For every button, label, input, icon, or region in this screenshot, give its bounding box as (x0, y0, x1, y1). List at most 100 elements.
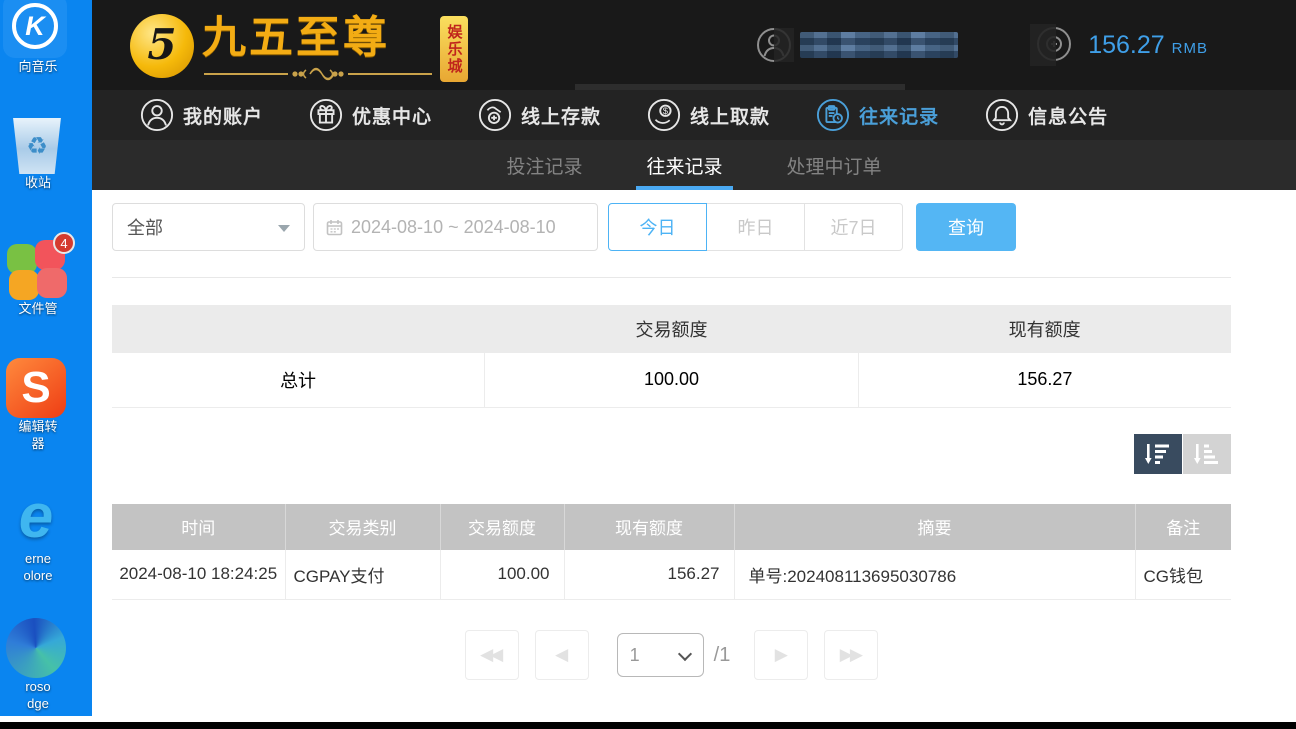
last-page-button[interactable]: ▶▶ (824, 630, 878, 680)
record-time: 2024-08-10 18:24:25 (112, 550, 285, 600)
main-navigation: 我的账户 优惠中心 线上存款 $ 线上取款 往来记录 信息公告 (92, 90, 1296, 140)
nav-item-label: 信息公告 (1028, 102, 1108, 129)
tab-processing-orders[interactable]: 处理中订单 (777, 140, 892, 190)
quick-date-group: 今日 昨日 近7日 (608, 203, 903, 251)
col-note: 备注 (1135, 504, 1231, 550)
caret-down-icon (278, 225, 290, 232)
yesterday-button[interactable]: 昨日 (706, 203, 805, 251)
record-balance: 156.27 (564, 550, 734, 600)
nav-item-label: 我的账户 (183, 102, 263, 129)
records-header-row: 时间 交易类别 交易额度 现有额度 摘要 备注 (112, 504, 1231, 550)
tab-betting-records[interactable]: 投注记录 (496, 140, 592, 190)
col-amount: 交易额度 (440, 504, 564, 550)
logo-flourish-icon (202, 66, 434, 82)
pagination: ◀◀ ◀ 1 /1 ▶ ▶▶ (112, 630, 1231, 680)
summary-header-row: 交易额度 现有额度 (112, 305, 1231, 353)
bell-icon (985, 98, 1019, 132)
summary-col-balance: 现有额度 (858, 305, 1231, 353)
desktop-icon-converter[interactable]: S 编辑转 器 (0, 358, 92, 452)
nav-item-withdraw[interactable]: $ 线上取款 (647, 98, 770, 132)
site-logo[interactable]: 5 九五至尊 娱乐城 (130, 12, 468, 82)
desktop-icon-label: 向音乐 (18, 58, 57, 75)
censored-username[interactable] (800, 32, 958, 58)
desktop-icon-label: 编辑转 (18, 418, 57, 435)
first-page-button[interactable]: ◀◀ (465, 630, 519, 680)
sort-descending-icon (1145, 442, 1171, 466)
casino-site-page: 5 九五至尊 娱乐城 (92, 0, 1296, 722)
withdraw-icon: $ (647, 98, 681, 132)
next-page-button[interactable]: ▶ (754, 630, 808, 680)
select-value: 全部 (127, 214, 163, 240)
file-manager-icon: 4 (7, 240, 67, 300)
logo-circle-icon: 5 (130, 14, 194, 78)
sort-ascending-icon (1194, 442, 1220, 466)
converter-app-icon: S (6, 358, 66, 418)
desktop-background: K 向音乐 ♻ 收站 4 文件管 S 编辑转 器 e erne olore ro… (0, 0, 92, 716)
nav-item-label: 往来记录 (859, 102, 939, 129)
wallet-icon-wrap[interactable] (1036, 26, 1074, 64)
last7days-button[interactable]: 近7日 (804, 203, 903, 251)
user-icon (140, 98, 174, 132)
recycle-bin-icon: ♻ (11, 118, 63, 174)
nav-item-my-account[interactable]: 我的账户 (140, 98, 263, 132)
col-balance: 现有额度 (564, 504, 734, 550)
nav-item-records[interactable]: 往来记录 (816, 98, 939, 132)
sort-controls (112, 434, 1231, 474)
col-summary: 摘要 (734, 504, 1135, 550)
page-select-wrap: 1 (617, 633, 704, 677)
summary-col-amount: 交易额度 (485, 305, 859, 353)
summary-total-label: 总计 (112, 353, 485, 407)
music-app-icon: K (3, 0, 67, 58)
gift-icon (309, 98, 343, 132)
desktop-icon-file-manager[interactable]: 4 文件管 (0, 240, 92, 317)
total-pages-label: /1 (714, 644, 731, 667)
site-header: 5 九五至尊 娱乐城 (92, 0, 1296, 90)
sort-descending-button[interactable] (1134, 434, 1182, 474)
page-select[interactable]: 1 (617, 633, 704, 677)
desktop-icon-label: olore (24, 567, 53, 584)
tab-transaction-records[interactable]: 往来记录 (636, 140, 732, 190)
summary-total-amount: 100.00 (485, 353, 859, 407)
nav-item-label: 线上取款 (690, 102, 770, 129)
date-range-input[interactable]: 2024-08-10 ~ 2024-08-10 (313, 203, 598, 251)
records-icon (816, 98, 850, 132)
deposit-icon (478, 98, 512, 132)
record-row: 2024-08-10 18:24:25 CGPAY支付 100.00 156.2… (112, 550, 1231, 600)
taskbar-edge[interactable] (0, 722, 1296, 729)
desktop-icon-recycle-bin[interactable]: ♻ 收站 (0, 118, 92, 191)
filter-row: 全部 2024-08-10 ~ 2024-08-10 今日 昨日 近7日 查询 (112, 203, 1231, 251)
today-button[interactable]: 今日 (608, 203, 707, 251)
calendar-icon (326, 219, 343, 236)
update-count-badge: 4 (53, 232, 75, 254)
summary-table: 交易额度 现有额度 总计 100.00 156.27 (112, 305, 1231, 408)
desktop-icon-internet-explorer[interactable]: e erne olore (0, 488, 92, 584)
nav-item-promotions[interactable]: 优惠中心 (309, 98, 432, 132)
summary-col-spacer (112, 305, 485, 353)
search-button[interactable]: 查询 (916, 203, 1016, 251)
col-type: 交易类别 (285, 504, 440, 550)
logo-badge: 娱乐城 (440, 16, 468, 82)
edge-browser-icon (6, 618, 66, 678)
col-time: 时间 (112, 504, 285, 550)
desktop-icon-edge[interactable]: roso dge (0, 618, 92, 712)
nav-item-deposit[interactable]: 线上存款 (478, 98, 601, 132)
nav-item-label: 优惠中心 (352, 102, 432, 129)
content-area: 全部 2024-08-10 ~ 2024-08-10 今日 昨日 近7日 查询 … (92, 203, 1296, 680)
balance-amount[interactable]: 156.27 (1088, 31, 1164, 60)
desktop-icon-label: 器 (31, 435, 44, 452)
section-divider (112, 277, 1231, 278)
sort-ascending-button[interactable] (1183, 434, 1231, 474)
desktop-icon-music[interactable]: K 向音乐 (0, 0, 92, 75)
desktop-icon-label: erne (25, 550, 51, 567)
user-info: 156.27 RMB (756, 26, 1208, 64)
logo-title: 九五至尊 (202, 12, 434, 64)
nav-item-announcements[interactable]: 信息公告 (985, 98, 1108, 132)
records-sub-navigation: 投注记录 往来记录 处理中订单 (92, 140, 1296, 190)
nav-item-label: 线上存款 (521, 102, 601, 129)
censor-block (1030, 24, 1056, 66)
balance-currency: RMB (1172, 40, 1208, 57)
desktop-icon-label: roso (25, 678, 50, 695)
transaction-type-select[interactable]: 全部 (112, 203, 305, 251)
desktop-icon-label: dge (27, 695, 49, 712)
prev-page-button[interactable]: ◀ (535, 630, 589, 680)
